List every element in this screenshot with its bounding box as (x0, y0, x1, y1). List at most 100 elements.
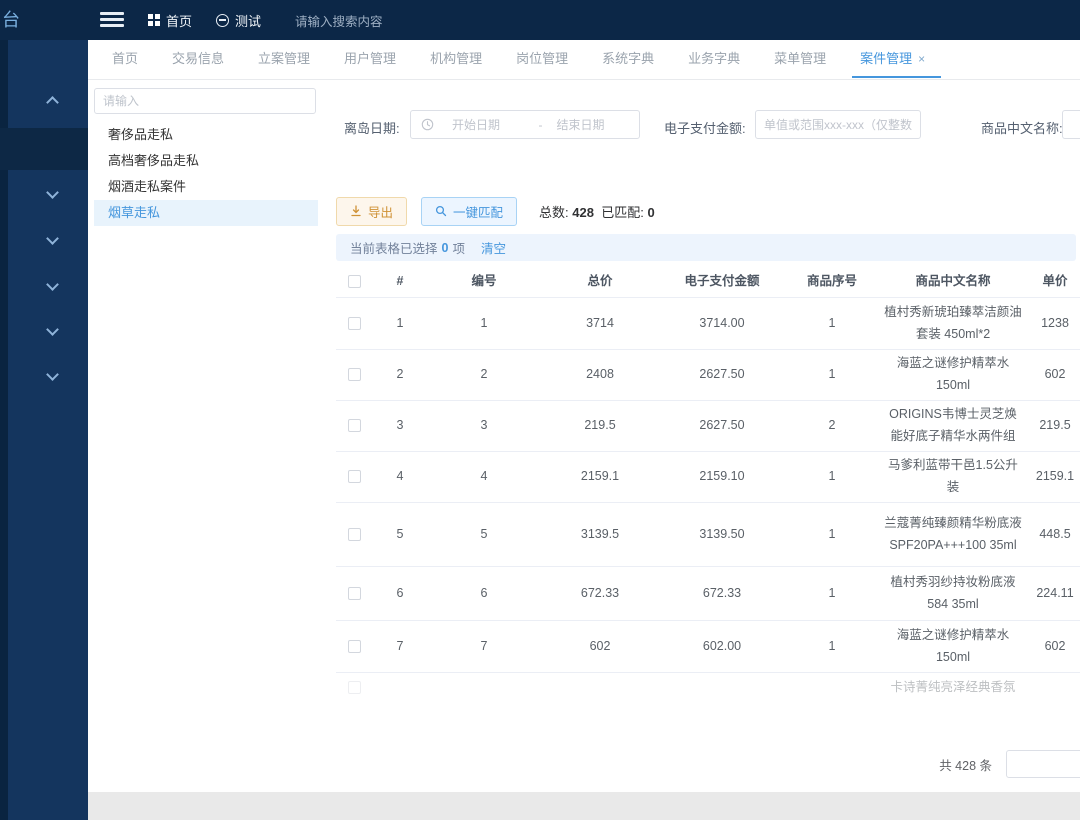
category-item-1[interactable]: 高档奢侈品走私 (94, 148, 318, 174)
one-click-match-button[interactable]: 一键匹配 (421, 197, 517, 226)
page-size-select[interactable] (1006, 750, 1080, 778)
checkbox-cell (336, 360, 372, 390)
table-cell (372, 673, 428, 681)
tab-7[interactable]: 业务字典 (686, 48, 742, 77)
table-cell: 7 (372, 632, 428, 662)
nav-home[interactable]: 首页 (148, 11, 192, 30)
column-header: 商品中文名称 (880, 267, 1026, 297)
main-content: 首页交易信息立案管理用户管理机构管理岗位管理系统字典业务字典菜单管理案件管理× … (88, 40, 1080, 792)
tab-label: 系统字典 (602, 51, 654, 66)
chevron-up-icon[interactable] (48, 98, 57, 107)
total-count: 428 (572, 205, 594, 220)
table-cell: 2159.1 (1026, 462, 1080, 492)
table-cell (784, 673, 880, 681)
table-cell: 3 (428, 411, 540, 441)
checkbox-cell (336, 632, 372, 662)
row-checkbox[interactable] (348, 470, 361, 483)
category-item-3[interactable]: 烟草走私 (94, 200, 318, 226)
app-window: 台 首页 测试 请输入搜索内容 首页交易信息立案管理用户管理机构管理岗位管理系统… (0, 0, 1080, 820)
table-cell: 2159.10 (660, 462, 784, 492)
table-cell: 4 (428, 462, 540, 492)
table-cell: 672.33 (540, 579, 660, 609)
table-header-row: #编号总价电子支付金额商品序号商品中文名称单价 (336, 266, 1080, 298)
product-name-input[interactable] (1062, 110, 1080, 139)
row-checkbox[interactable] (348, 368, 361, 381)
row-checkbox[interactable] (348, 528, 361, 541)
table-cell: 1 (784, 309, 880, 339)
table-row: 442159.12159.101马爹利蓝带干邑1.5公升装2159.1 (336, 452, 1080, 503)
table-row: 66672.33672.331植村秀羽纱持妆粉底液 584 35ml224.11 (336, 567, 1080, 621)
table-cell: 2408 (540, 360, 660, 390)
table-cell: 1238 (1026, 309, 1080, 339)
tab-label: 岗位管理 (516, 51, 568, 66)
chevron-down-icon[interactable] (48, 370, 57, 379)
checkbox-cell (336, 673, 372, 699)
tab-0[interactable]: 首页 (110, 48, 140, 77)
tab-6[interactable]: 系统字典 (600, 48, 656, 77)
tab-1[interactable]: 交易信息 (170, 48, 226, 77)
clear-selection-link[interactable]: 清空 (481, 238, 506, 257)
tab-label: 交易信息 (172, 51, 224, 66)
date-filter-label: 离岛日期: (344, 118, 400, 137)
page-background-band (88, 792, 1080, 820)
clock-icon (421, 118, 434, 131)
table-cell: 6 (428, 579, 540, 609)
tab-label: 案件管理 (860, 51, 912, 66)
row-checkbox[interactable] (348, 317, 361, 330)
topbar: 台 首页 测试 请输入搜索内容 (0, 0, 1080, 40)
global-search-input[interactable]: 请输入搜索内容 (295, 0, 435, 40)
table-cell: 1 (428, 309, 540, 339)
tab-5[interactable]: 岗位管理 (514, 48, 570, 77)
tab-label: 立案管理 (258, 51, 310, 66)
column-header: 编号 (428, 267, 540, 297)
table-cell: ORIGINS韦博士灵芝焕能好底子精华水两件组 (880, 400, 1026, 452)
tab-9[interactable]: 案件管理 × (858, 48, 927, 77)
download-icon (350, 205, 362, 217)
nav-test-label: 测试 (235, 11, 261, 30)
checkbox-cell (336, 520, 372, 550)
table-cell: 3 (372, 411, 428, 441)
tab-3[interactable]: 用户管理 (342, 48, 398, 77)
table-cell: 448.5 (1026, 520, 1080, 550)
results-table: #编号总价电子支付金额商品序号商品中文名称单价1137143714.001植村秀… (336, 266, 1080, 699)
chevron-down-icon[interactable] (48, 280, 57, 289)
start-date-placeholder[interactable]: 开始日期 (452, 116, 500, 133)
table-cell: 海蓝之谜修护精萃水 150ml (880, 621, 1026, 673)
row-checkbox[interactable] (348, 275, 361, 288)
table-cell: 219.5 (540, 411, 660, 441)
match-counts: 总数: 428 已匹配: 0 (539, 202, 655, 221)
toolbar: 导出 一键匹配 总数: 428 已匹配: 0 (336, 196, 655, 226)
table-cell: 2627.50 (660, 360, 784, 390)
row-checkbox[interactable] (348, 587, 361, 600)
table-cell: 602 (1026, 360, 1080, 390)
row-checkbox[interactable] (348, 640, 361, 653)
table-row: 33219.52627.502ORIGINS韦博士灵芝焕能好底子精华水两件组21… (336, 401, 1080, 452)
table-cell: 3714.00 (660, 309, 784, 339)
category-item-0[interactable]: 奢侈品走私 (94, 122, 318, 148)
column-header: 商品序号 (784, 267, 880, 297)
table-cell: 6 (372, 579, 428, 609)
tab-4[interactable]: 机构管理 (428, 48, 484, 77)
tab-2[interactable]: 立案管理 (256, 48, 312, 77)
sidebar-active-item[interactable] (0, 128, 88, 170)
row-checkbox[interactable] (348, 681, 361, 694)
amount-input[interactable] (755, 110, 921, 139)
row-checkbox[interactable] (348, 419, 361, 432)
export-button[interactable]: 导出 (336, 197, 407, 226)
chevron-down-icon[interactable] (48, 325, 57, 334)
logo-fragment: 台 (2, 9, 20, 31)
date-range-picker[interactable]: 开始日期 - 结束日期 (410, 110, 640, 139)
tab-close-icon[interactable]: × (918, 52, 925, 66)
table-cell: 1 (784, 520, 880, 550)
tab-8[interactable]: 菜单管理 (772, 48, 828, 77)
table-cell: 兰蔻菁纯臻颜精华粉底液SPF20PA+++100 35ml (880, 509, 1026, 561)
tab-label: 菜单管理 (774, 51, 826, 66)
category-item-2[interactable]: 烟酒走私案件 (94, 174, 318, 200)
chevron-down-icon[interactable] (48, 188, 57, 197)
category-search-input[interactable] (94, 88, 316, 114)
hamburger-menu-icon[interactable] (100, 12, 124, 28)
end-date-placeholder[interactable]: 结束日期 (557, 116, 605, 133)
chevron-down-icon[interactable] (48, 234, 57, 243)
table-row: 77602602.001海蓝之谜修护精萃水 150ml602 (336, 621, 1080, 673)
nav-test[interactable]: 测试 (216, 11, 261, 30)
